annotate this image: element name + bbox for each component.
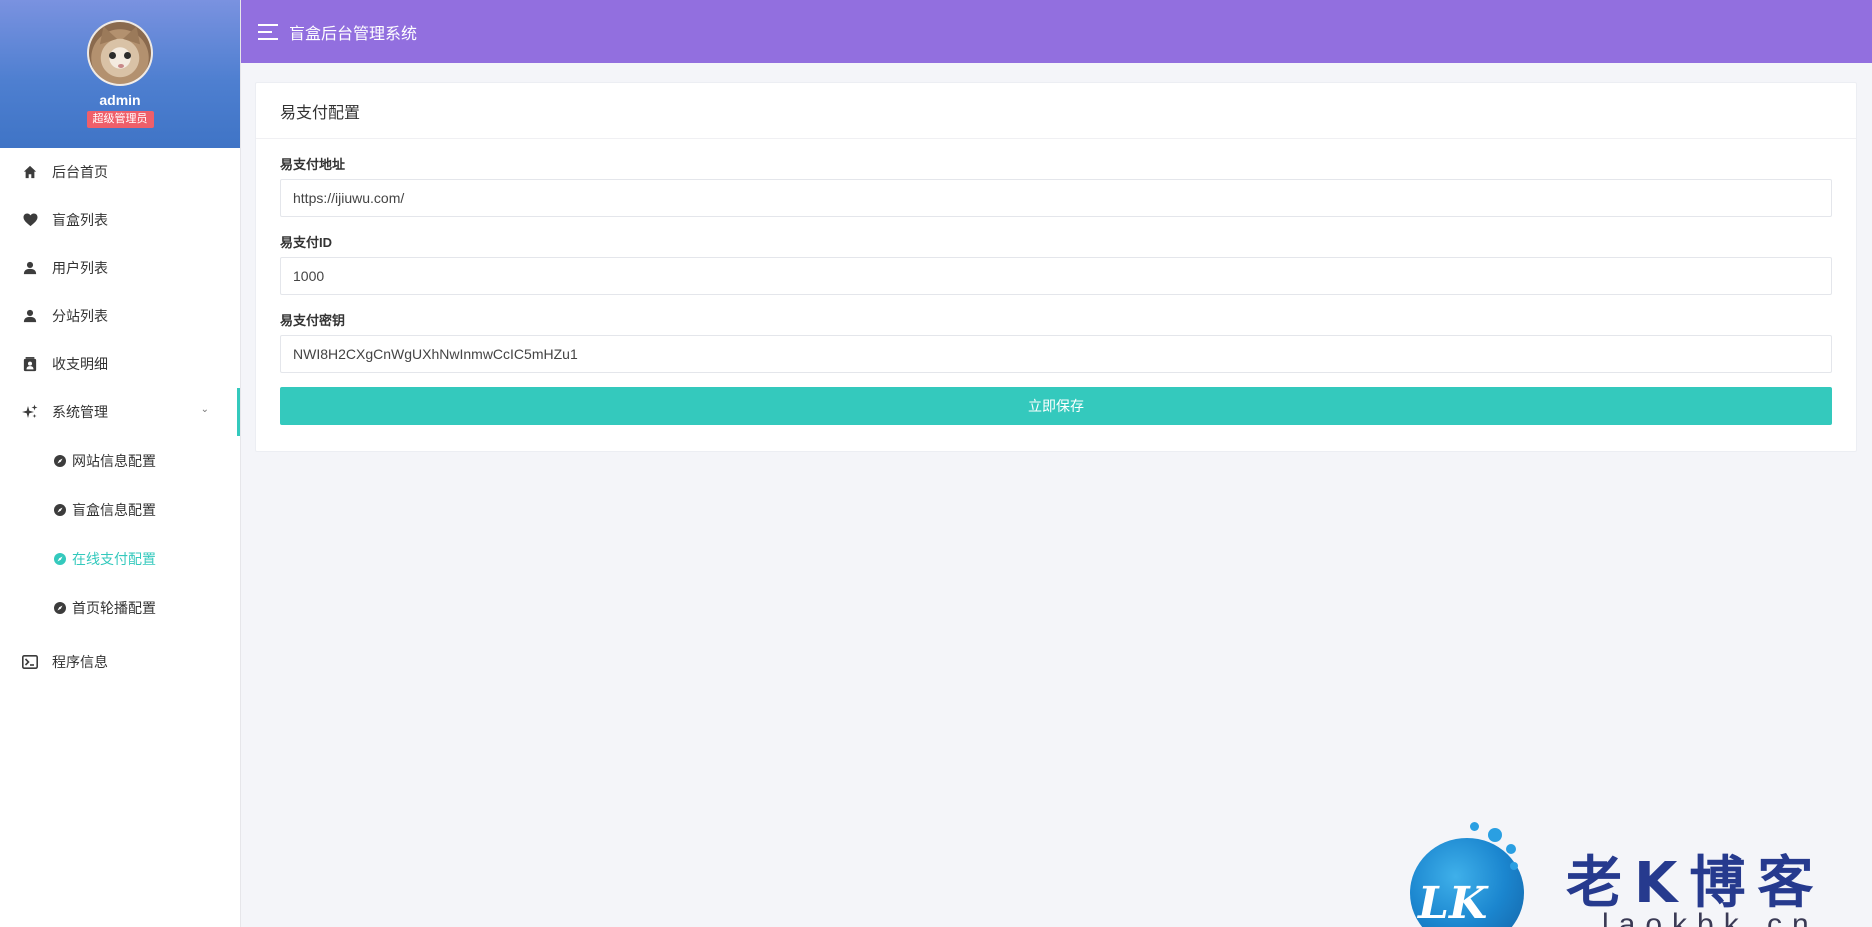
submenu-item-label: 网站信息配置 xyxy=(72,452,156,469)
compass-icon xyxy=(54,552,66,565)
top-header: 盲盒后台管理系统 xyxy=(241,0,1872,63)
sidebar: admin 超级管理员 后台首页 盲盒列表 用户列表 分站列表 收支明细 系统管… xyxy=(0,0,241,927)
field-label-payment-key: 易支付密钥 xyxy=(280,313,346,328)
sidebar-item-label: 系统管理 xyxy=(52,404,108,420)
sidebar-item-label: 收支明细 xyxy=(52,356,108,372)
sidebar-item-blindbox-list[interactable]: 盲盒列表 xyxy=(0,196,240,244)
profile-name: admin xyxy=(99,92,141,108)
sidebar-item-label: 盲盒列表 xyxy=(52,212,108,228)
submenu-item-blindbox-config[interactable]: 盲盒信息配置 xyxy=(0,485,240,534)
sidebar-item-home[interactable]: 后台首页 xyxy=(0,148,240,196)
sidebar-item-system-management[interactable]: 系统管理 ⌄ xyxy=(0,388,240,436)
sidebar-item-label: 用户列表 xyxy=(52,260,108,276)
submenu-item-label: 首页轮播配置 xyxy=(72,599,156,616)
sidebar-item-label: 分站列表 xyxy=(52,308,108,324)
watermark-url: laokbk.cn xyxy=(1602,908,1819,927)
app-title: 盲盒后台管理系统 xyxy=(289,25,418,43)
sidebar-item-user-list[interactable]: 用户列表 xyxy=(0,244,240,292)
field-label-payment-id: 易支付ID xyxy=(280,235,333,250)
user-icon xyxy=(22,260,38,276)
card-title: 易支付配置 xyxy=(256,83,1856,139)
watermark-logo: LK xyxy=(1410,822,1524,927)
home-icon xyxy=(22,164,38,180)
sidebar-item-label: 后台首页 xyxy=(52,164,108,180)
user-icon xyxy=(22,308,38,324)
terminal-icon xyxy=(22,654,38,670)
payment-config-card: 易支付配置 易支付地址 易支付ID 易支付密钥 立即保存 xyxy=(255,82,1857,452)
sidebar-item-program-info[interactable]: 程序信息 xyxy=(0,638,240,686)
compass-icon xyxy=(54,503,66,516)
watermark-logo-text: LK xyxy=(1418,878,1488,927)
watermark: LK 老K博客 laokbk.cn xyxy=(1406,818,1846,927)
payment-config-form: 易支付地址 易支付ID 易支付密钥 立即保存 xyxy=(256,157,1856,425)
submenu-item-label: 盲盒信息配置 xyxy=(72,501,156,518)
system-submenu: 网站信息配置 盲盒信息配置 在线支付配置 首页轮播配置 xyxy=(0,436,240,632)
sidebar-menu: 后台首页 盲盒列表 用户列表 分站列表 收支明细 系统管理 ⌄ xyxy=(0,148,240,436)
submenu-item-payment-config[interactable]: 在线支付配置 xyxy=(0,534,240,583)
sparkle-icon xyxy=(22,404,38,420)
submenu-item-carousel-config[interactable]: 首页轮播配置 xyxy=(0,583,240,632)
save-button[interactable]: 立即保存 xyxy=(280,387,1832,425)
sidebar-menu-bottom: 程序信息 xyxy=(0,638,240,686)
payment-url-input[interactable] xyxy=(280,179,1832,217)
chevron-down-icon: ⌄ xyxy=(200,404,209,415)
payment-id-input[interactable] xyxy=(280,257,1832,295)
watermark-title: 老K博客 xyxy=(1566,851,1826,916)
sidebar-item-substation-list[interactable]: 分站列表 xyxy=(0,292,240,340)
compass-icon xyxy=(54,601,66,614)
avatar[interactable] xyxy=(87,20,153,86)
payment-key-input[interactable] xyxy=(280,335,1832,373)
field-label-payment-url: 易支付地址 xyxy=(280,157,346,172)
compass-icon xyxy=(54,454,66,467)
submenu-item-label: 在线支付配置 xyxy=(72,550,156,567)
heart-icon xyxy=(22,212,38,228)
submenu-item-site-config[interactable]: 网站信息配置 xyxy=(0,436,240,485)
sidebar-item-label: 程序信息 xyxy=(52,654,108,670)
contact-book-icon xyxy=(22,356,38,372)
sidebar-item-finance-detail[interactable]: 收支明细 xyxy=(0,340,240,388)
menu-toggle-icon[interactable] xyxy=(258,23,278,40)
role-badge: 超级管理员 xyxy=(86,111,154,128)
profile-panel: admin 超级管理员 xyxy=(0,0,240,148)
